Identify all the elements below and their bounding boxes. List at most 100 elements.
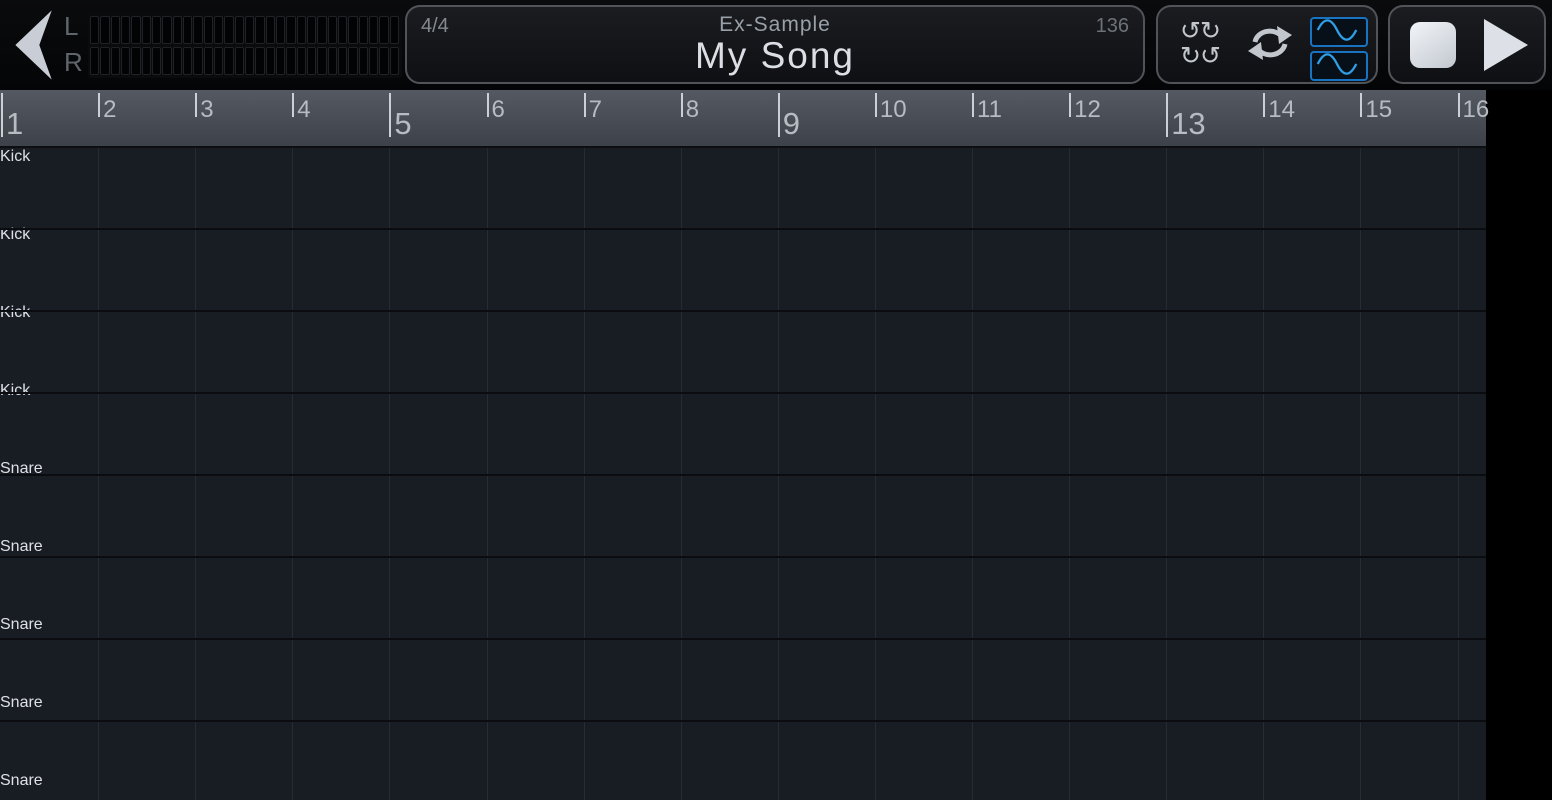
- back-arrow-icon: [8, 6, 60, 84]
- meter-segment: [142, 47, 151, 75]
- meter-segment: [359, 47, 368, 75]
- meter-segment: [338, 47, 347, 75]
- meter-segment: [100, 47, 109, 75]
- ruler-bar-number: 9: [783, 106, 800, 142]
- meter-segment: [348, 47, 357, 75]
- play-button[interactable]: [1484, 19, 1528, 71]
- meter-segment: [235, 47, 244, 75]
- meter-segment: [359, 16, 368, 44]
- meter-segment: [152, 47, 161, 75]
- meter-segment: [204, 47, 213, 75]
- meter-segment: [193, 16, 202, 44]
- meter-segment: [307, 47, 316, 75]
- bar-ruler[interactable]: 12345678910111213141516: [0, 90, 1486, 148]
- meter-segment: [131, 16, 140, 44]
- meter-segment: [173, 47, 182, 75]
- meter-segment: [100, 16, 109, 44]
- ruler-bar-number: 1: [6, 106, 23, 142]
- transport-panel: [1388, 5, 1546, 84]
- track-row: [0, 640, 1486, 722]
- meter-segment: [369, 47, 378, 75]
- meter-segment: [266, 16, 275, 44]
- meter-segment: [245, 47, 254, 75]
- ruler-tick: [389, 93, 391, 137]
- ruler-bar-number: 16: [1463, 96, 1490, 124]
- meter-segment: [121, 16, 130, 44]
- track-row: [0, 476, 1486, 558]
- track-row: [0, 558, 1486, 640]
- ruler-bar-number: 5: [394, 106, 411, 142]
- meter-segment: [193, 47, 202, 75]
- ruler-tick: [875, 93, 877, 117]
- waveform-icon-top: [1310, 17, 1368, 47]
- ruler-tick: [1458, 93, 1460, 117]
- ruler-tick: [98, 93, 100, 117]
- ruler-bar-number: 3: [200, 96, 213, 124]
- meter-segment: [152, 16, 161, 44]
- meter-segment: [286, 47, 295, 75]
- meter-segment: [162, 47, 171, 75]
- meter-segment: [183, 47, 192, 75]
- meter-segment: [328, 16, 337, 44]
- track-row: [0, 722, 1486, 800]
- meter-segment: [276, 16, 285, 44]
- meter-segment: [348, 16, 357, 44]
- track-row: [0, 148, 1486, 230]
- meter-segment: [276, 47, 285, 75]
- meter-segment: [214, 16, 223, 44]
- ruler-tick: [1263, 93, 1265, 117]
- pattern-loop-icon[interactable]: ↺↻↻↺: [1172, 19, 1228, 71]
- ruler-tick: [195, 93, 197, 117]
- meter-segment: [121, 47, 130, 75]
- ruler-bar-number: 7: [589, 96, 602, 124]
- back-button[interactable]: [8, 6, 60, 84]
- ruler-bar-number: 11: [977, 96, 1002, 124]
- meter-segment: [338, 16, 347, 44]
- ruler-bar-number: 12: [1074, 96, 1101, 124]
- meter-row: [90, 16, 400, 44]
- ruler-tick: [972, 93, 974, 117]
- arrange-area[interactable]: KickKickKickKickSnareSnareSnareSnareSnar…: [0, 148, 1486, 800]
- meter-segment: [369, 16, 378, 44]
- meter-segment: [90, 47, 99, 75]
- top-toolbar: L R 4/4 Ex-Sample My Song 136 ↺↻↻↺: [0, 0, 1552, 90]
- meter-segment: [224, 47, 233, 75]
- meter-segment: [111, 16, 120, 44]
- ruler-bar-number: 13: [1171, 106, 1205, 142]
- meter-segment: [142, 16, 151, 44]
- meter-left-label: L: [64, 6, 86, 42]
- playhead[interactable]: [0, 148, 3, 800]
- waveform-sync-button[interactable]: [1310, 17, 1368, 85]
- ruler-tick: [584, 93, 586, 117]
- meter-segment: [90, 16, 99, 44]
- repeat-icon[interactable]: [1246, 21, 1294, 70]
- ruler-bar-number: 6: [492, 96, 505, 124]
- meter-segment: [317, 47, 326, 75]
- meter-segment: [131, 47, 140, 75]
- ruler-bar-number: 4: [297, 96, 310, 124]
- song-title-box[interactable]: 4/4 Ex-Sample My Song 136: [405, 5, 1145, 84]
- meter-segment: [297, 47, 306, 75]
- meter-segment: [162, 16, 171, 44]
- meter-segment: [390, 16, 399, 44]
- meter-segment: [255, 47, 264, 75]
- meter-segment: [328, 47, 337, 75]
- ruler-tick: [1069, 93, 1071, 117]
- ruler-bar-number: 2: [103, 96, 116, 124]
- meter-right-label: R: [64, 42, 86, 78]
- ruler-bar-number: 14: [1268, 96, 1295, 124]
- loop-controls-panel: ↺↻↻↺: [1156, 5, 1378, 84]
- meter-segment: [307, 16, 316, 44]
- ruler-bar-number: 8: [686, 96, 699, 124]
- track-row: [0, 312, 1486, 394]
- meter-segment: [390, 47, 399, 75]
- meter-segment: [379, 47, 388, 75]
- meter-segment: [183, 16, 192, 44]
- stop-button[interactable]: [1410, 22, 1456, 68]
- ruler-bar-number: 10: [880, 96, 907, 124]
- ruler-tick: [1360, 93, 1362, 117]
- ruler-tick: [292, 93, 294, 117]
- meter-segment: [255, 16, 264, 44]
- ruler-bar-number: 15: [1365, 96, 1392, 124]
- meter-segment: [317, 16, 326, 44]
